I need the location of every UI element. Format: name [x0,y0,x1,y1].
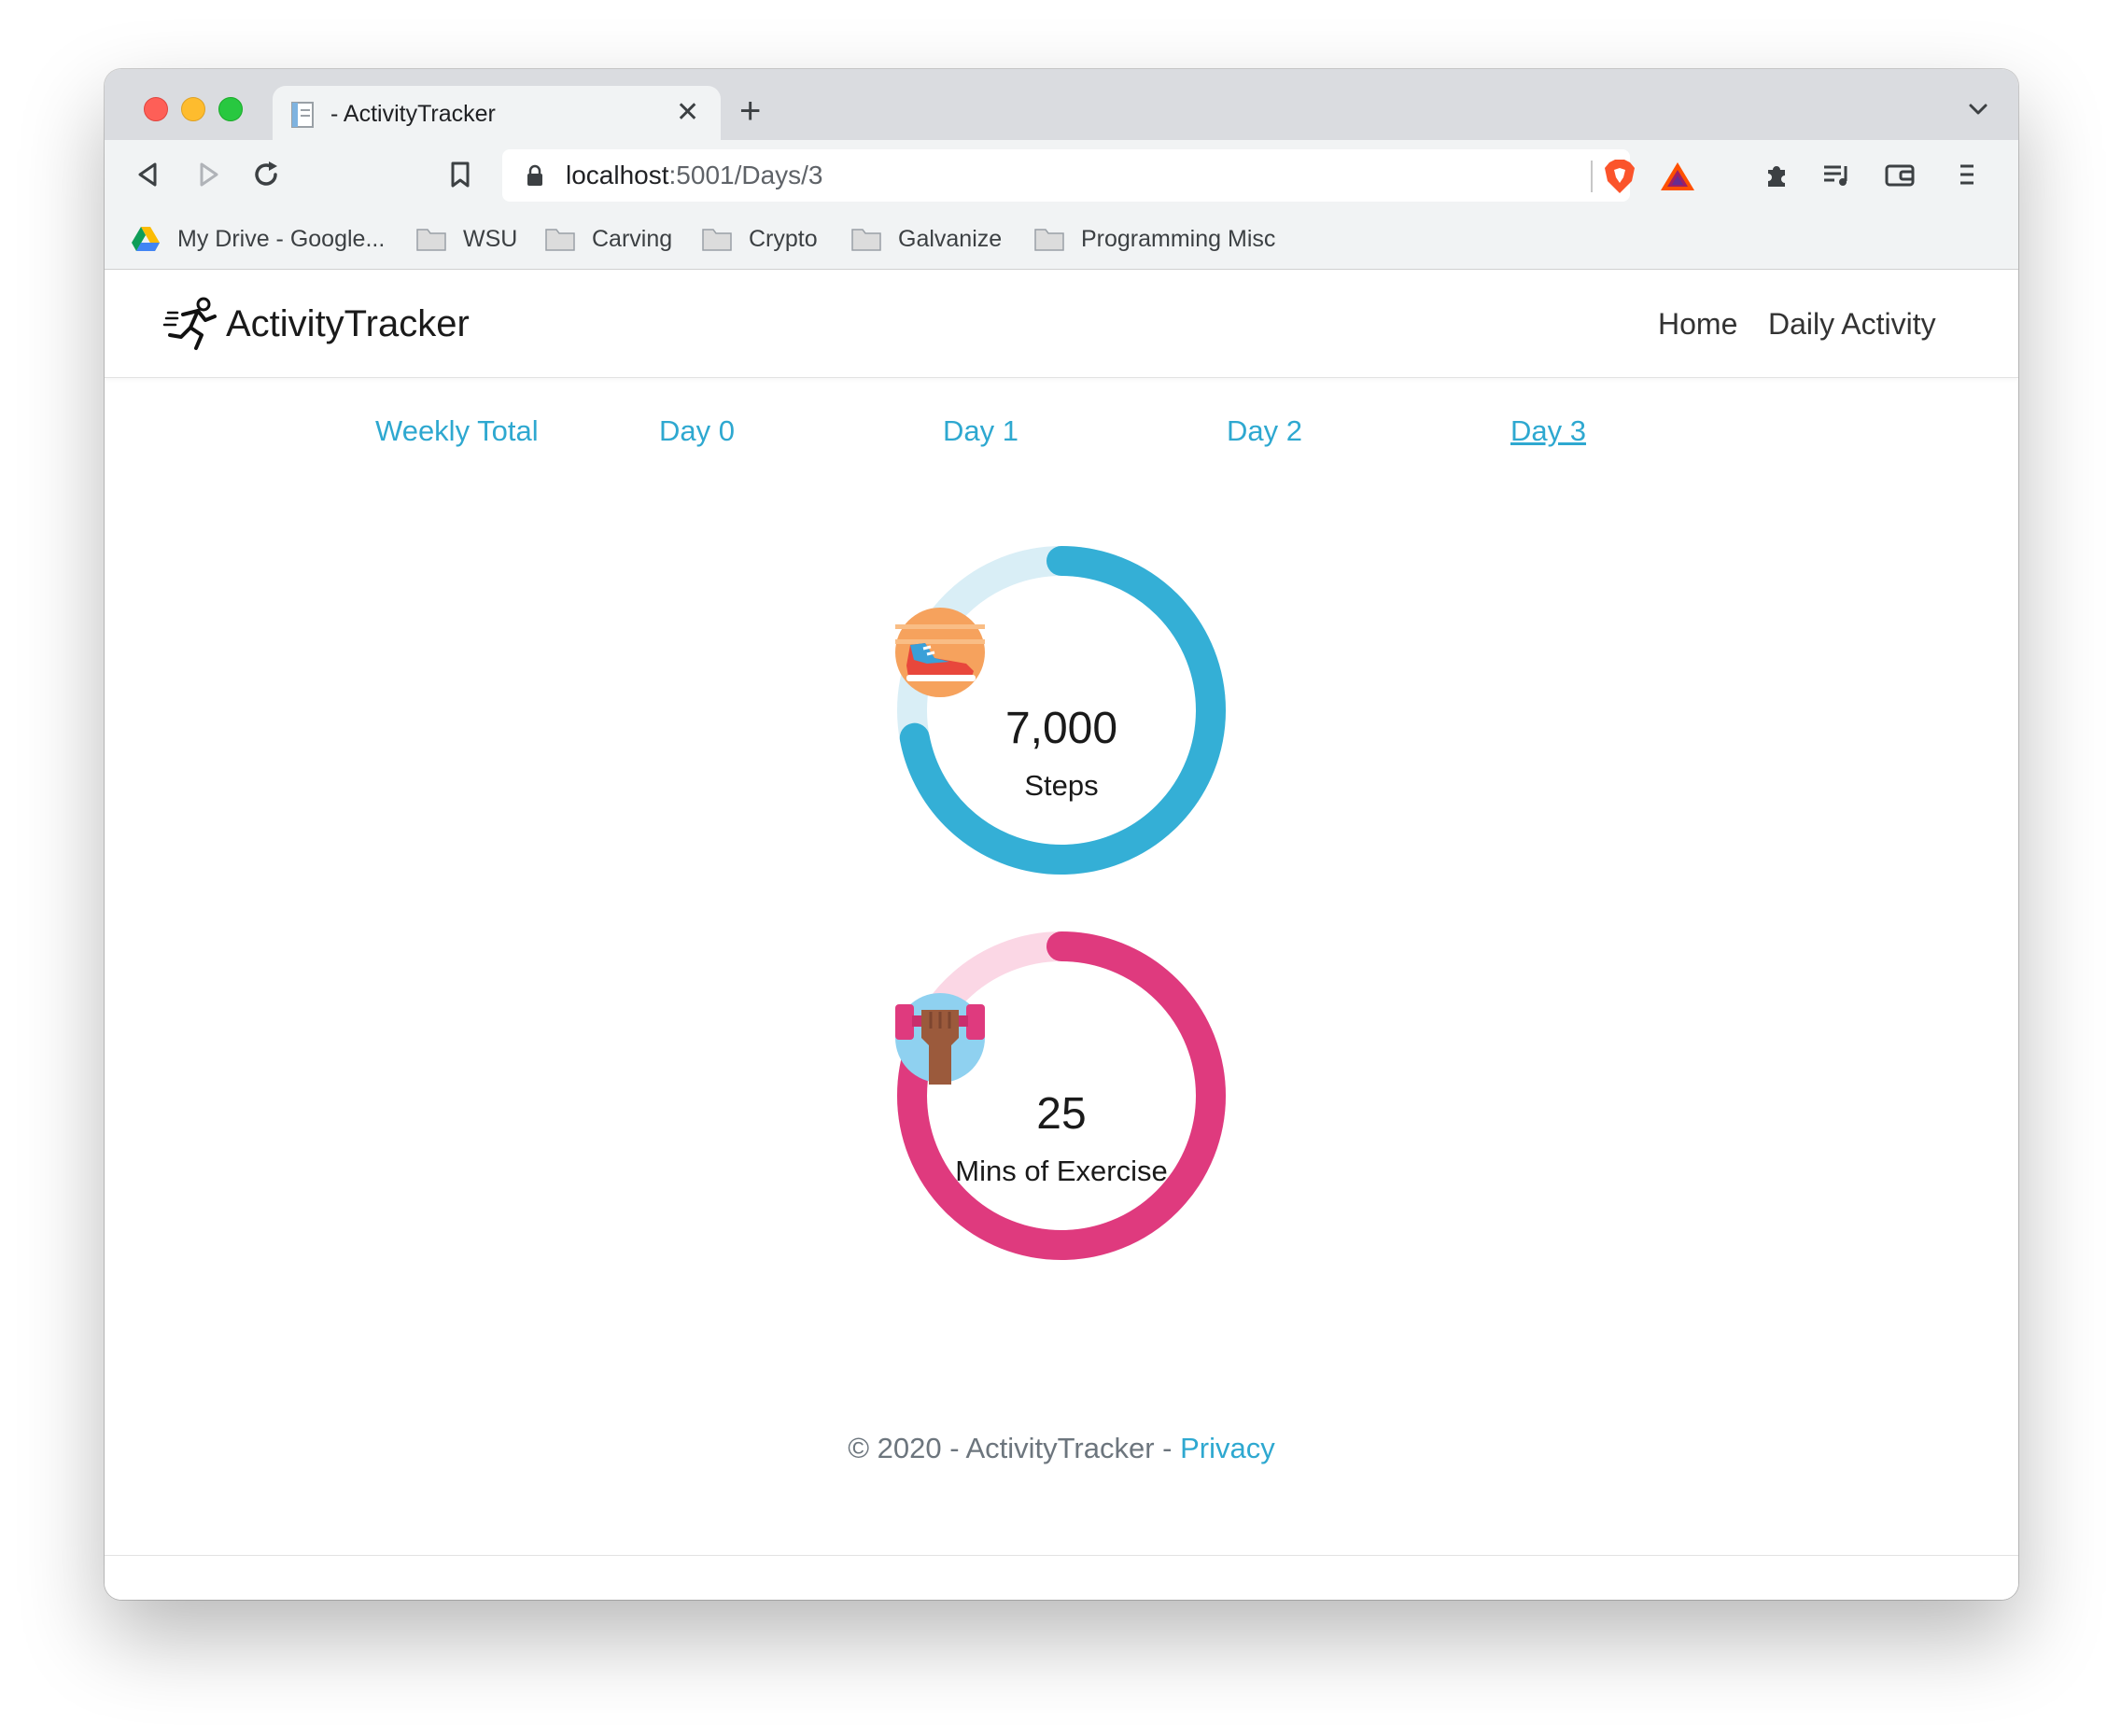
address-separator [1591,161,1593,192]
tab-title: - ActivityTracker [330,101,496,127]
bookmark-wsu[interactable]: WSU [416,220,517,258]
maximize-window-button[interactable] [218,97,243,121]
close-tab-icon[interactable]: ✕ [676,97,699,129]
forward-icon[interactable] [192,159,224,190]
site-navbar: ActivityTracker Home Daily Activity [105,270,2018,378]
lock-icon [527,164,542,186]
exercise-value: 25 [1036,1089,1087,1139]
privacy-link[interactable]: Privacy [1180,1432,1275,1464]
tab-day-0[interactable]: Day 0 [659,414,735,448]
bookmark-crypto[interactable]: Crypto [702,220,818,258]
steps-label: Steps [1024,769,1099,802]
nav-daily-activity[interactable]: Daily Activity [1768,307,1936,342]
steps-value: 7,000 [1004,704,1118,753]
bookmark-carving[interactable]: Carving [545,220,672,258]
wallet-icon[interactable] [1884,159,1916,190]
bookmark-icon[interactable] [444,159,476,190]
bookmark-programming-misc[interactable]: Programming Misc [1034,220,1275,258]
folder-icon [1034,229,1064,251]
exercise-label: Mins of Exercise [955,1155,1168,1187]
steps-ring: 7,000 Steps [893,542,1229,878]
runner-logo-icon [162,297,217,350]
tab-day-1[interactable]: Day 1 [943,414,1018,448]
exercise-ring: 25 Mins of Exercise [893,928,1229,1264]
bookmark-my-drive[interactable]: My Drive - Google... [131,220,385,258]
tab-day-2[interactable]: Day 2 [1227,414,1302,448]
footer-copyright: © 2020 - ActivityTracker - [848,1432,1181,1464]
brave-shields-icon[interactable] [1604,159,1636,194]
menu-icon[interactable] [1951,159,1983,190]
brave-rewards-icon[interactable] [1660,161,1695,192]
tab-strip: - ActivityTracker ✕ + [105,69,2018,140]
brand-name: ActivityTracker [226,302,470,344]
tab-day-3[interactable]: Day 3 [1510,414,1586,448]
folder-icon [416,229,446,251]
folder-icon [851,229,881,251]
back-icon[interactable] [133,159,164,190]
extensions-icon[interactable] [1761,159,1792,190]
folder-icon [545,229,575,251]
brand-link[interactable]: ActivityTracker [162,296,470,352]
dumbbell-icon [895,993,985,1085]
page-icon [291,102,314,128]
new-tab-icon[interactable]: + [739,92,761,130]
sneaker-icon [895,608,985,697]
close-window-button[interactable] [144,97,168,121]
page-content: ActivityTracker Home Daily Activity Week… [105,270,2018,1600]
media-controls-icon[interactable] [1820,159,1852,190]
browser-tab[interactable]: - ActivityTracker ✕ [273,86,721,140]
google-drive-icon [132,227,160,251]
url-text: localhost:5001/Days/3 [566,161,823,189]
minimize-window-button[interactable] [181,97,205,121]
folder-icon [702,229,732,251]
address-bar[interactable]: localhost:5001/Days/3 [502,149,1694,202]
footer-divider [105,1555,2018,1556]
nav-home[interactable]: Home [1658,307,1737,342]
tab-weekly-total[interactable]: Weekly Total [375,414,539,448]
browser-toolbar: localhost:5001/Days/3 [105,140,2018,209]
browser-window: - ActivityTracker ✕ + localhost:5001/Day… [105,69,2018,1600]
chevron-down-icon[interactable] [1966,97,1990,121]
reload-icon[interactable] [250,159,282,190]
footer: © 2020 - ActivityTracker - Privacy [105,1432,2018,1465]
bookmarks-bar: My Drive - Google... WSU Carving Crypto … [105,209,2018,270]
bookmark-galvanize[interactable]: Galvanize [851,220,1002,258]
